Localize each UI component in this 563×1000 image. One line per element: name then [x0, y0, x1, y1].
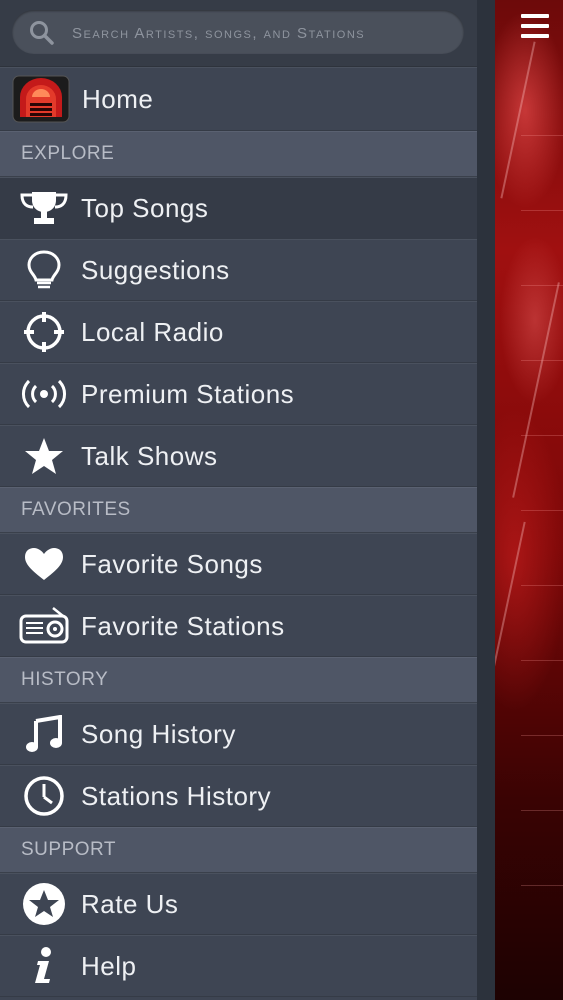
section-header-explore: EXPLORE [0, 131, 477, 177]
nav-item-song-history[interactable]: Song History [0, 703, 477, 765]
nav-item-label: Song History [81, 718, 236, 749]
broadcast-icon [13, 363, 75, 425]
nav-item-label: Suggestions [81, 254, 230, 285]
nav-item-top-songs[interactable]: Top Songs [0, 177, 477, 239]
nav-item-label: Favorite Songs [81, 548, 263, 579]
side-drawer: Home EXPLORE Top Songs Suggestions [0, 0, 495, 1000]
nav-item-rate-us[interactable]: Rate Us [0, 873, 477, 935]
search-icon [30, 21, 54, 45]
background-concert-image [486, 0, 563, 1000]
search-field[interactable] [12, 10, 464, 54]
nav-item-label: Help [81, 950, 137, 981]
heart-icon [13, 533, 75, 595]
nav-item-label: Top Songs [81, 192, 209, 223]
nav-item-label: Premium Stations [81, 378, 295, 409]
crosshair-icon [13, 301, 75, 363]
nav-item-local-radio[interactable]: Local Radio [0, 301, 477, 363]
section-header-favorites: FAVORITES [0, 487, 477, 533]
nav-item-label: Stations History [81, 780, 272, 811]
star-icon [13, 425, 75, 487]
search-input[interactable] [70, 18, 454, 48]
jukebox-logo-icon [12, 74, 70, 124]
nav-item-help[interactable]: Help [0, 935, 477, 997]
nav-item-talk-shows[interactable]: Talk Shows [0, 425, 477, 487]
nav-item-label: Talk Shows [81, 440, 218, 471]
section-header-history: HISTORY [0, 657, 477, 703]
nav-item-suggestions[interactable]: Suggestions [0, 239, 477, 301]
lightbulb-icon [13, 239, 75, 301]
info-icon [13, 935, 75, 997]
nav-item-label: Home [82, 83, 154, 114]
star-badge-icon [13, 873, 75, 935]
nav-item-stations-history[interactable]: Stations History [0, 765, 477, 827]
clock-icon [13, 765, 75, 827]
nav-item-home[interactable]: Home [0, 67, 477, 131]
section-header-support: SUPPORT [0, 827, 477, 873]
nav-item-label: Local Radio [81, 316, 224, 347]
nav-item-label: Favorite Stations [81, 610, 285, 641]
nav-item-premium-stations[interactable]: Premium Stations [0, 363, 477, 425]
hamburger-menu-icon[interactable] [521, 14, 551, 46]
search-bar [0, 0, 477, 67]
radio-icon [13, 595, 75, 657]
trophy-icon [13, 177, 75, 239]
nav-item-favorite-stations[interactable]: Favorite Stations [0, 595, 477, 657]
nav-item-favorite-songs[interactable]: Favorite Songs [0, 533, 477, 595]
nav-item-label: Rate Us [81, 888, 179, 919]
music-note-icon [13, 703, 75, 765]
